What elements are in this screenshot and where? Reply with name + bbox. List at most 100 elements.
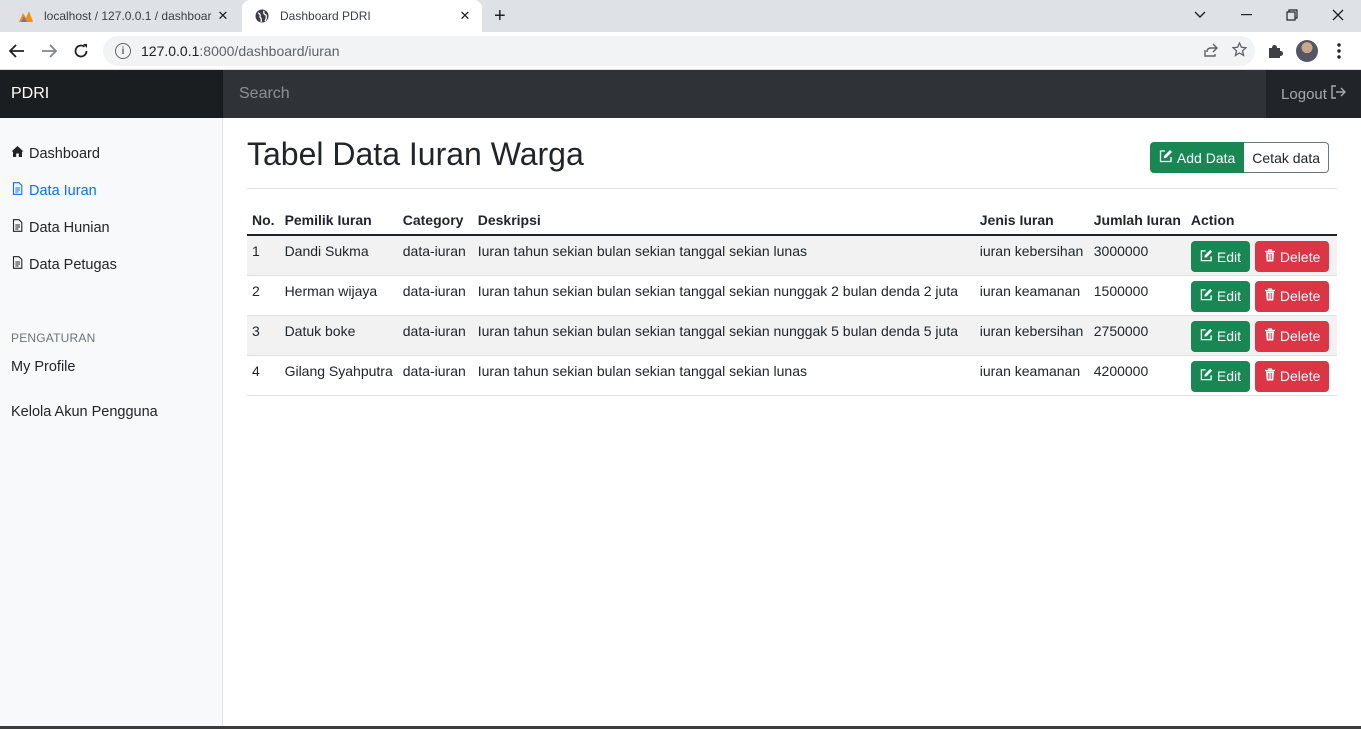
- close-window-icon[interactable]: [1315, 0, 1361, 30]
- edit-button[interactable]: Edit: [1190, 360, 1251, 392]
- delete-label: Delete: [1279, 288, 1321, 304]
- trash-icon: [1264, 248, 1276, 265]
- cell-category: data-iuran: [397, 275, 473, 316]
- cell-pemilik: Herman wijaya: [279, 275, 398, 316]
- cell-action: Edit Delete: [1185, 315, 1337, 356]
- add-data-button[interactable]: Add Data: [1149, 142, 1245, 173]
- sidebar-item-label: Data Iuran: [29, 182, 97, 199]
- cell-deskripsi: Iuran tahun sekian bulan sekian tanggal …: [472, 275, 975, 316]
- brand-link[interactable]: PDRI: [0, 70, 223, 118]
- cell-pemilik: Datuk boke: [279, 315, 398, 356]
- delete-button[interactable]: Delete: [1254, 360, 1330, 392]
- column-header: No.: [247, 206, 280, 236]
- table-row: 3 Datuk boke data-iuran Iuran tahun sekian …: [247, 315, 1337, 356]
- cell-jumlah: 1500000: [1088, 275, 1186, 316]
- edit-square-icon: [1200, 249, 1213, 265]
- globe-icon: [254, 8, 270, 24]
- url-host: 127.0.0.1: [141, 43, 200, 59]
- cell-category: data-iuran: [397, 355, 473, 396]
- logout-icon: [1330, 85, 1346, 103]
- browser-tab-phpmyadmin[interactable]: localhost / 127.0.0.1 / dashboard ✕: [8, 0, 240, 32]
- delete-button[interactable]: Delete: [1254, 320, 1330, 352]
- sidebar: Dashboard Data Iuran Data Hunian Data Pe…: [0, 118, 223, 729]
- action-button-group: Add Data Cetak data: [1149, 142, 1329, 173]
- profile-avatar[interactable]: [1294, 38, 1320, 64]
- close-tab-icon[interactable]: ✕: [454, 8, 476, 24]
- forward-arrow-icon[interactable]: [38, 40, 60, 62]
- sidebar-item-data-hunian[interactable]: Data Hunian: [11, 219, 110, 236]
- delete-button[interactable]: Delete: [1254, 241, 1330, 272]
- browser-toolbar: i 127.0.0.1:8000/dashboard/iuran: [0, 32, 1361, 70]
- minimize-icon[interactable]: [1223, 0, 1269, 30]
- column-header: Jumlah Iuran: [1088, 206, 1186, 236]
- tab-title: localhost / 127.0.0.1 / dashboard: [44, 9, 212, 23]
- table-header-row: No. Pemilik Iuran Category Deskripsi Jen…: [247, 206, 1337, 236]
- sidebar-item-data-petugas[interactable]: Data Petugas: [11, 256, 117, 273]
- browser-tab-dashboard[interactable]: Dashboard PDRI ✕: [242, 0, 482, 32]
- edit-square-icon: [1159, 149, 1173, 166]
- cell-action: Edit Delete: [1185, 235, 1337, 276]
- sidebar-item-kelola-akun[interactable]: Kelola Akun Pengguna: [11, 404, 158, 420]
- sidebar-item-dashboard[interactable]: Dashboard: [11, 145, 100, 162]
- sidebar-item-label: Data Petugas: [29, 256, 117, 273]
- cell-jumlah: 3000000: [1088, 235, 1186, 276]
- logout-link[interactable]: Logout: [1266, 70, 1361, 118]
- cell-jumlah: 2750000: [1088, 315, 1186, 356]
- column-header: Category: [397, 206, 473, 236]
- top-navbar: PDRI Logout: [0, 70, 1361, 118]
- edit-button[interactable]: Edit: [1190, 320, 1251, 352]
- page-title: Tabel Data Iuran Warga: [247, 136, 584, 172]
- tab-search-chevron-icon[interactable]: [1177, 0, 1223, 30]
- delete-button[interactable]: Delete: [1254, 280, 1330, 312]
- column-header: Jenis Iuran: [974, 206, 1089, 236]
- cell-jenis: iuran kebersihan: [974, 235, 1089, 276]
- site-info-icon[interactable]: i: [115, 43, 131, 59]
- reload-icon[interactable]: [70, 40, 92, 62]
- close-tab-icon[interactable]: ✕: [212, 8, 234, 24]
- sidebar-item-data-iuran[interactable]: Data Iuran: [11, 182, 97, 199]
- address-bar[interactable]: i 127.0.0.1:8000/dashboard/iuran: [103, 36, 1255, 66]
- browser-tab-strip: localhost / 127.0.0.1 / dashboard ✕ Dash…: [0, 0, 1361, 32]
- sidebar-item-label: Dashboard: [29, 145, 100, 162]
- back-arrow-icon[interactable]: [6, 40, 28, 62]
- delete-label: Delete: [1279, 368, 1321, 384]
- cell-jumlah: 4200000: [1088, 355, 1186, 396]
- share-icon[interactable]: [1204, 43, 1218, 60]
- edit-button[interactable]: Edit: [1190, 241, 1251, 272]
- file-icon: [11, 256, 24, 273]
- cell-action: Edit Delete: [1185, 275, 1337, 316]
- edit-button[interactable]: Edit: [1190, 280, 1251, 312]
- edit-label: Edit: [1216, 328, 1242, 344]
- edit-label: Edit: [1216, 368, 1242, 384]
- table-row: 1 Dandi Sukma data-iuran Iuran tahun sekian…: [247, 235, 1337, 276]
- logout-label: Logout: [1281, 85, 1327, 103]
- bookmark-star-icon[interactable]: [1231, 41, 1248, 60]
- add-data-label: Add Data: [1176, 149, 1236, 166]
- phpmyadmin-icon: [18, 8, 34, 24]
- cell-deskripsi: Iuran tahun sekian bulan sekian tanggal …: [472, 235, 975, 276]
- url-path: :8000/dashboard/iuran: [199, 43, 340, 59]
- restore-icon[interactable]: [1269, 0, 1315, 30]
- new-tab-icon[interactable]: +: [494, 5, 506, 27]
- browser-menu-icon[interactable]: [1326, 38, 1352, 64]
- table-row: 4 Gilang Syahputra data-iuran Iuran tahun s…: [247, 355, 1337, 396]
- cell-category: data-iuran: [397, 315, 473, 356]
- edit-square-icon: [1200, 328, 1213, 344]
- cell-jenis: iuran kebersihan: [974, 315, 1089, 356]
- cell-category: data-iuran: [397, 235, 473, 276]
- search-input[interactable]: [223, 70, 1266, 118]
- column-header: Action: [1185, 206, 1337, 236]
- file-icon: [11, 219, 24, 236]
- cell-no: 1: [247, 235, 280, 276]
- edit-square-icon: [1200, 288, 1213, 304]
- edit-label: Edit: [1216, 288, 1242, 304]
- cetak-data-button[interactable]: Cetak data: [1244, 142, 1329, 173]
- cell-pemilik: Dandi Sukma: [279, 235, 398, 276]
- cell-pemilik: Gilang Syahputra: [279, 355, 398, 396]
- sidebar-item-my-profile[interactable]: My Profile: [11, 359, 75, 375]
- column-header: Pemilik Iuran: [279, 206, 398, 236]
- extensions-puzzle-icon[interactable]: [1262, 38, 1288, 64]
- trash-icon: [1264, 368, 1276, 384]
- cell-no: 4: [247, 355, 280, 396]
- table-row: 2 Herman wijaya data-iuran Iuran tahun seki…: [247, 275, 1337, 316]
